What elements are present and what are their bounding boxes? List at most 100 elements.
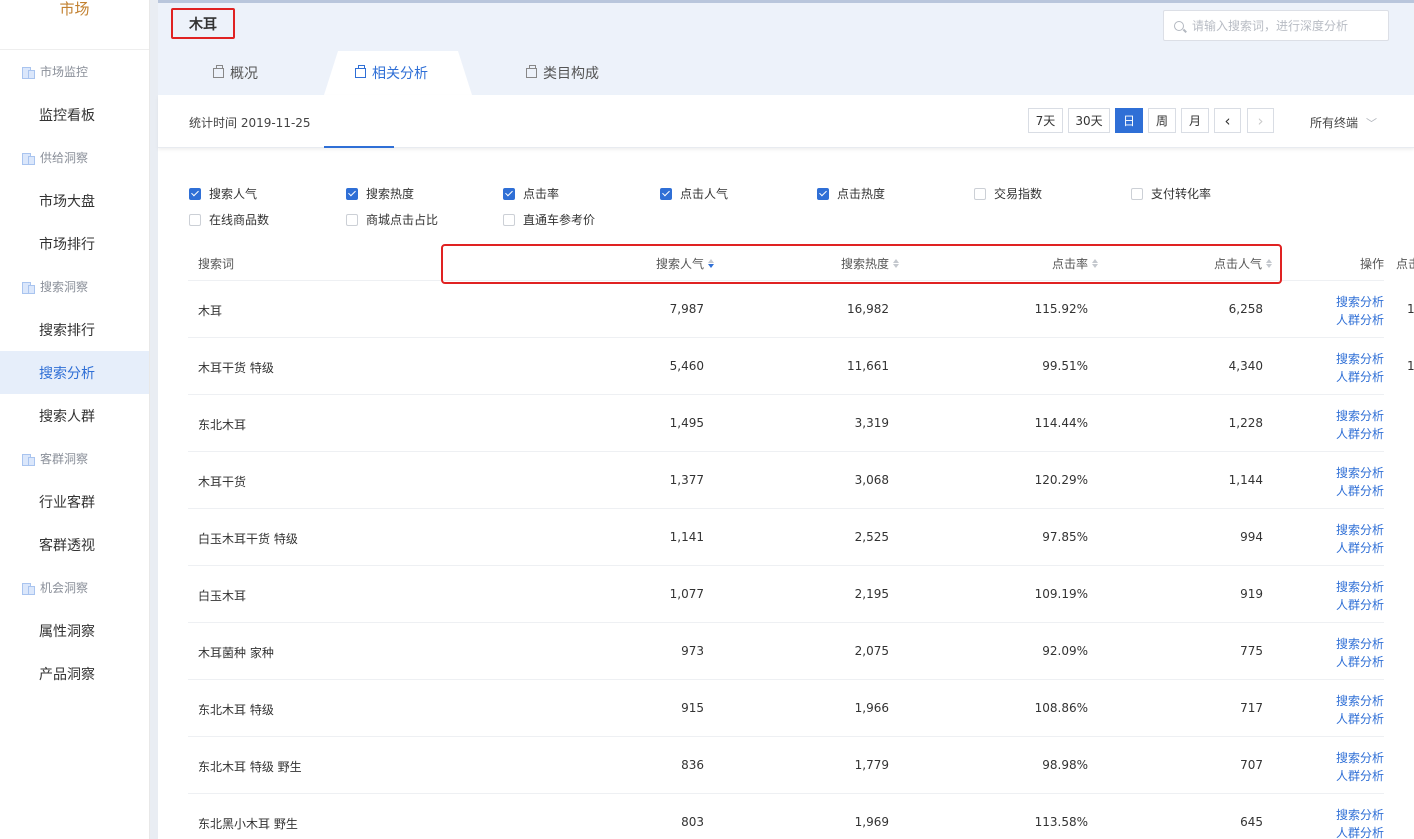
cell-value: 99.51% <box>1042 359 1088 373</box>
checkbox-icon <box>503 187 515 200</box>
cell-value: 1,144 <box>1228 473 1263 487</box>
search-analysis-link[interactable]: 搜索分析 <box>1324 578 1384 596</box>
table-row: 东北木耳 特级 野生8361,77998.98%7071,768搜索分析人群分析 <box>188 737 1384 794</box>
terminal-select[interactable]: 所有终端 ﹀ <box>1310 114 1377 131</box>
cell-value: 836 <box>681 758 704 772</box>
metric-checkbox[interactable]: 直通车参考价 <box>503 211 595 228</box>
search-analysis-link[interactable]: 搜索分析 <box>1324 635 1384 653</box>
row-actions: 搜索分析 人群分析 <box>1324 350 1384 386</box>
sidebar-item[interactable]: 搜索排行 <box>0 308 149 351</box>
search-analysis-link[interactable]: 搜索分析 <box>1324 806 1384 824</box>
metric-checkbox[interactable]: 搜索热度 <box>346 185 414 202</box>
cell-value: 1,779 <box>854 758 889 772</box>
checkbox-icon <box>346 213 358 226</box>
cell-value: 717 <box>1240 701 1263 715</box>
metric-checkbox[interactable]: 点击人气 <box>660 185 728 202</box>
next-date-button[interactable]: › <box>1247 108 1274 133</box>
search-input[interactable] <box>1192 18 1382 33</box>
search-analysis-link[interactable]: 搜索分析 <box>1324 749 1384 767</box>
sidebar-item[interactable]: 产品洞察 <box>0 652 149 695</box>
period-7day-button[interactable]: 7天 <box>1028 108 1063 133</box>
search-analysis-link[interactable]: 搜索分析 <box>1324 521 1384 539</box>
sidebar-item[interactable]: 监控看板 <box>0 93 149 136</box>
metric-checkbox[interactable]: 支付转化率 <box>1131 185 1211 202</box>
search-box[interactable] <box>1163 10 1389 41</box>
period-month-button[interactable]: 月 <box>1181 108 1209 133</box>
cell-value: 1,495 <box>669 416 704 430</box>
search-analysis-link[interactable]: 搜索分析 <box>1324 350 1384 368</box>
metric-label: 商城点击占比 <box>366 213 439 227</box>
cell-value: 775 <box>1240 644 1263 658</box>
search-icon <box>1174 20 1184 31</box>
period-day-button[interactable]: 日 <box>1115 108 1143 133</box>
col-label: 点击热度 <box>1395 257 1414 271</box>
table-row: 白玉木耳1,0772,195109.19%9192,316搜索分析人群分析 <box>188 566 1384 623</box>
cell-keyword: 木耳菌种 家种 <box>198 646 274 660</box>
crowd-analysis-link[interactable]: 人群分析 <box>1324 653 1384 671</box>
row-actions: 搜索分析 人群分析 <box>1324 749 1384 785</box>
tab-related-analysis[interactable]: 相关分析 <box>355 51 428 95</box>
tab-label: 类目构成 <box>543 66 599 82</box>
main-panel: 统计时间 2019-11-25 7天 30天 日 周 月 ‹ › 所有终端 ﹀ … <box>158 95 1414 839</box>
cell-value: 1,377 <box>669 473 704 487</box>
col-keyword: 搜索词 <box>198 257 235 271</box>
crowd-analysis-link[interactable]: 人群分析 <box>1324 425 1384 443</box>
sidebar-group: 供给洞察 <box>0 136 149 179</box>
cell-keyword: 东北木耳 <box>198 418 247 432</box>
row-actions: 搜索分析 人群分析 <box>1324 806 1384 839</box>
sidebar-item[interactable]: 市场排行 <box>0 222 149 265</box>
table-row: 东北黑小木耳 野生8031,969113.58%6452,127搜索分析人群分析 <box>188 794 1384 839</box>
table-row: 东北木耳 特级9151,966108.86%7172,070搜索分析人群分析 <box>188 680 1384 737</box>
period-week-button[interactable]: 周 <box>1148 108 1176 133</box>
row-actions: 搜索分析 人群分析 <box>1324 293 1384 329</box>
checkbox-icon <box>660 187 672 200</box>
sidebar-item[interactable]: 市场大盘 <box>0 179 149 222</box>
metric-checkbox[interactable]: 搜索人气 <box>189 185 257 202</box>
sidebar-item[interactable]: 属性洞察 <box>0 609 149 652</box>
crowd-analysis-link[interactable]: 人群分析 <box>1324 539 1384 557</box>
tab-overview[interactable]: 概况 <box>213 51 258 95</box>
sidebar-group: 机会洞察 <box>0 566 149 609</box>
search-analysis-link[interactable]: 搜索分析 <box>1324 692 1384 710</box>
crowd-analysis-link[interactable]: 人群分析 <box>1324 596 1384 614</box>
metric-label: 搜索人气 <box>209 187 258 201</box>
checkbox-icon <box>189 187 201 200</box>
prev-date-button[interactable]: ‹ <box>1214 108 1241 133</box>
crowd-analysis-link[interactable]: 人群分析 <box>1324 767 1384 785</box>
metric-checkbox[interactable]: 交易指数 <box>974 185 1042 202</box>
cell-value: 5,460 <box>669 359 704 373</box>
row-actions: 搜索分析 人群分析 <box>1324 521 1384 557</box>
crowd-analysis-link[interactable]: 人群分析 <box>1324 710 1384 728</box>
crowd-analysis-link[interactable]: 人群分析 <box>1324 824 1384 839</box>
cell-value: 2,075 <box>854 644 889 658</box>
search-analysis-link[interactable]: 搜索分析 <box>1324 293 1384 311</box>
bag-icon <box>355 65 366 78</box>
metric-label: 点击热度 <box>837 187 886 201</box>
cell-value: 1,966 <box>854 701 889 715</box>
metric-checkbox[interactable]: 在线商品数 <box>189 211 269 228</box>
search-analysis-link[interactable]: 搜索分析 <box>1324 407 1384 425</box>
table-row: 白玉木耳干货 特级1,1412,52597.85%9942,492搜索分析人群分… <box>188 509 1384 566</box>
sidebar-item[interactable]: 行业客群 <box>0 480 149 523</box>
metric-label: 支付转化率 <box>1151 187 1212 201</box>
building-icon <box>22 152 35 165</box>
table-row: 木耳干货 特级 5,460 11,661 99.51% 4,340 11,628 搜索分析人… <box>188 338 1414 395</box>
cell-value: 115.92% <box>1034 302 1088 316</box>
tab-category-composition[interactable]: 类目构成 <box>526 51 599 95</box>
crowd-analysis-link[interactable]: 人群分析 <box>1324 311 1384 329</box>
tab-label: 相关分析 <box>372 66 428 82</box>
metric-checkbox[interactable]: 点击热度 <box>817 185 885 202</box>
crowd-analysis-link[interactable]: 人群分析 <box>1324 482 1384 500</box>
period-30day-button[interactable]: 30天 <box>1068 108 1110 133</box>
col-click-heat[interactable]: 点击热度 <box>1396 255 1414 272</box>
crowd-analysis-link[interactable]: 人群分析 <box>1324 368 1384 386</box>
sidebar-item[interactable]: 搜索分析 <box>0 351 149 394</box>
bag-icon <box>526 65 537 78</box>
search-analysis-link[interactable]: 搜索分析 <box>1324 464 1384 482</box>
table-row: 木耳 7,987 16,982 115.92% 6,258 18,495 搜索分析人群分析 <box>188 281 1414 338</box>
sidebar-item[interactable]: 客群透视 <box>0 523 149 566</box>
metric-checkbox[interactable]: 点击率 <box>503 185 559 202</box>
sidebar-item[interactable]: 搜索人群 <box>0 394 149 437</box>
cell-value: 803 <box>681 815 704 829</box>
metric-checkbox[interactable]: 商城点击占比 <box>346 211 438 228</box>
